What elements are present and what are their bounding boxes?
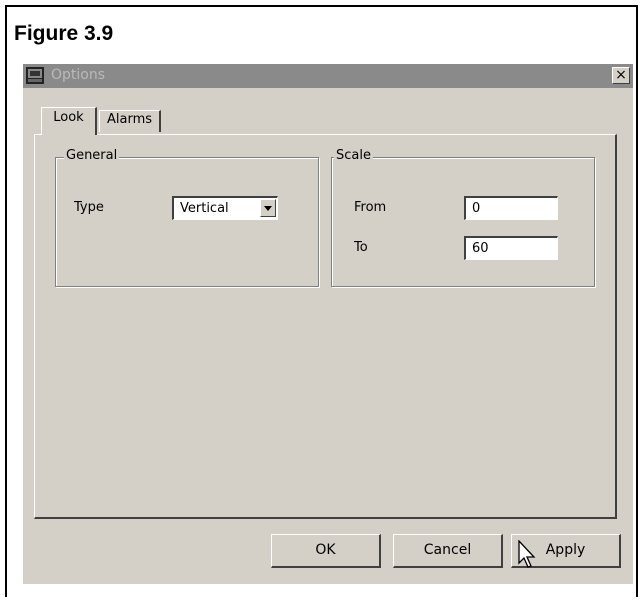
scale-group: Scale From 0 To 60 xyxy=(331,148,595,287)
ok-button[interactable]: OK xyxy=(271,534,381,568)
type-select-value: Vertical xyxy=(180,201,229,216)
scale-group-legend: Scale xyxy=(334,148,373,163)
ok-button-label: OK xyxy=(315,542,336,558)
close-icon: × xyxy=(615,67,627,83)
mouse-pointer-icon xyxy=(518,540,536,568)
to-label: To xyxy=(354,240,368,255)
general-group-legend: General xyxy=(64,148,120,163)
to-input[interactable]: 60 xyxy=(464,236,558,260)
from-label: From xyxy=(354,200,387,215)
dialog-title: Options xyxy=(51,67,106,83)
options-dialog: Options × Look Alarms General Type Verti… xyxy=(23,64,633,584)
close-button[interactable]: × xyxy=(612,67,630,84)
from-input[interactable]: 0 xyxy=(464,196,558,220)
dialog-titlebar[interactable]: Options × xyxy=(23,64,633,88)
chevron-down-icon[interactable] xyxy=(260,199,276,217)
type-label: Type xyxy=(74,200,104,215)
tab-alarms[interactable]: Alarms xyxy=(99,110,161,132)
to-input-value: 60 xyxy=(472,241,489,256)
tab-look[interactable]: Look xyxy=(41,107,97,135)
from-input-value: 0 xyxy=(472,201,481,216)
app-icon xyxy=(26,67,44,84)
cancel-button-label: Cancel xyxy=(423,542,472,558)
tab-look-label: Look xyxy=(53,110,84,125)
general-group: General Type Vertical xyxy=(55,148,319,287)
apply-button-label: Apply xyxy=(545,542,586,558)
tab-alarms-label: Alarms xyxy=(106,112,153,127)
type-select[interactable]: Vertical xyxy=(172,196,278,220)
tab-panel-look: General Type Vertical Scale From 0 To 60 xyxy=(34,134,617,519)
figure-title: Figure 3.9 xyxy=(14,22,114,45)
cancel-button[interactable]: Cancel xyxy=(393,534,503,568)
